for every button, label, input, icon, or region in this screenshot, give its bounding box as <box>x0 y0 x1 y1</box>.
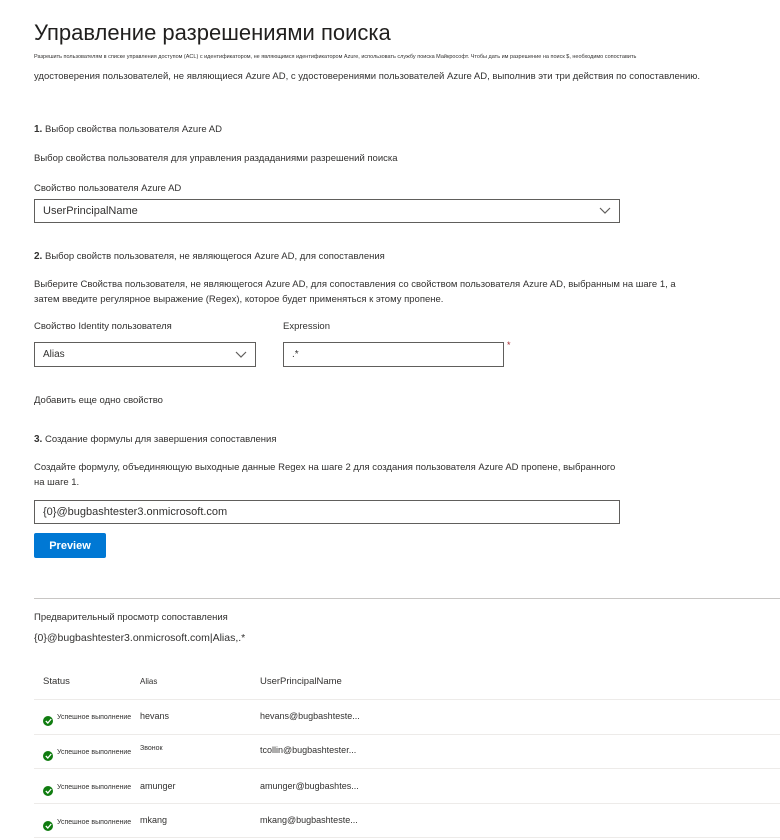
expression-input[interactable]: .* <box>283 342 504 367</box>
row-divider <box>34 803 780 804</box>
success-check-icon <box>43 751 53 761</box>
row-upn: amunger@bugbashtes... <box>260 781 359 791</box>
row-upn: tcollin@bugbashtester... <box>260 745 357 755</box>
expression-label: Expression <box>283 321 330 332</box>
step3-description-line2: на шаге 1. <box>34 477 80 488</box>
row-alias: hevans <box>140 711 170 721</box>
page-description-line2: удостоверения пользователей, не являющие… <box>34 71 701 82</box>
chevron-down-icon <box>599 207 611 214</box>
step3-heading: 3. Создание формулы для завершения сопос… <box>34 434 277 445</box>
row-alias: Звонок <box>140 745 163 752</box>
row-status: Успешное выполнение <box>57 819 132 826</box>
row-divider <box>34 768 780 769</box>
success-check-icon <box>43 786 53 796</box>
step1-title: Выбор свойства пользователя Azure AD <box>44 124 222 135</box>
section-divider <box>34 598 780 599</box>
table-row <box>43 748 53 766</box>
step1-heading: 1. Выбор свойства пользователя Azure AD <box>34 124 222 135</box>
step2-number: 2. <box>34 251 43 262</box>
table-row <box>43 783 53 801</box>
column-header-status[interactable]: Status <box>43 676 70 687</box>
aad-property-label: Свойство пользователя Azure AD <box>34 183 182 194</box>
step1-number: 1. <box>34 124 43 135</box>
row-status: Успешное выполнение <box>57 714 132 721</box>
aad-property-dropdown[interactable]: UserPrincipalName <box>34 199 620 223</box>
page-description-line1: Разрешить пользователям в списке управле… <box>34 54 637 60</box>
row-alias: amunger <box>140 781 176 791</box>
column-header-upn[interactable]: UserPrincipalName <box>260 676 342 687</box>
step1-description: Выбор свойства пользователя для управлен… <box>34 153 398 164</box>
table-header-divider <box>34 699 780 700</box>
step2-description-line2: затем введите регулярное выражение (Rege… <box>34 294 444 305</box>
row-upn: mkang@bugbashteste... <box>260 815 358 825</box>
step3-description-line1: Создайте формулу, объединяющую выходные … <box>34 462 616 473</box>
row-divider <box>34 734 780 735</box>
row-upn: hevans@bugbashteste... <box>260 711 360 721</box>
preview-button[interactable]: Preview <box>34 533 106 558</box>
step2-heading: 2. Выбор свойств пользователя, не являющ… <box>34 251 385 262</box>
table-row <box>43 818 53 836</box>
page-title: Управление разрешениями поиска <box>34 20 391 45</box>
formula-value: {0}@bugbashtester3.onmicrosoft.com <box>43 506 228 518</box>
row-status: Успешное выполнение <box>57 784 132 791</box>
formula-input[interactable]: {0}@bugbashtester3.onmicrosoft.com <box>34 500 620 524</box>
step2-title: Выбор свойств пользователя, не являющего… <box>44 251 385 262</box>
success-check-icon <box>43 716 53 726</box>
preview-formula: {0}@bugbashtester3.onmicrosoft.com|Alias… <box>34 632 246 644</box>
step2-description-line1: Выберите Свойства пользователя, не являю… <box>34 279 676 290</box>
column-header-alias[interactable]: Alias <box>140 677 157 686</box>
expression-value: .* <box>292 349 299 360</box>
row-divider <box>34 837 780 838</box>
row-alias: mkang <box>140 815 168 825</box>
step3-number: 3. <box>34 434 43 445</box>
required-indicator: * <box>507 340 511 350</box>
chevron-down-icon <box>235 351 247 358</box>
identity-property-label: Свойство Identity пользователя <box>34 321 172 332</box>
identity-property-value: Alias <box>43 349 65 360</box>
identity-property-dropdown[interactable]: Alias <box>34 342 256 367</box>
aad-property-value: UserPrincipalName <box>43 205 138 217</box>
row-status: Успешное выполнение <box>57 749 132 756</box>
add-property-link[interactable]: Добавить еще одно свойство <box>34 395 163 406</box>
step3-title: Создание формулы для завершения сопостав… <box>44 434 277 445</box>
preview-title: Предварительный просмотр сопоставления <box>34 612 228 623</box>
table-row <box>43 713 53 731</box>
success-check-icon <box>43 821 53 831</box>
